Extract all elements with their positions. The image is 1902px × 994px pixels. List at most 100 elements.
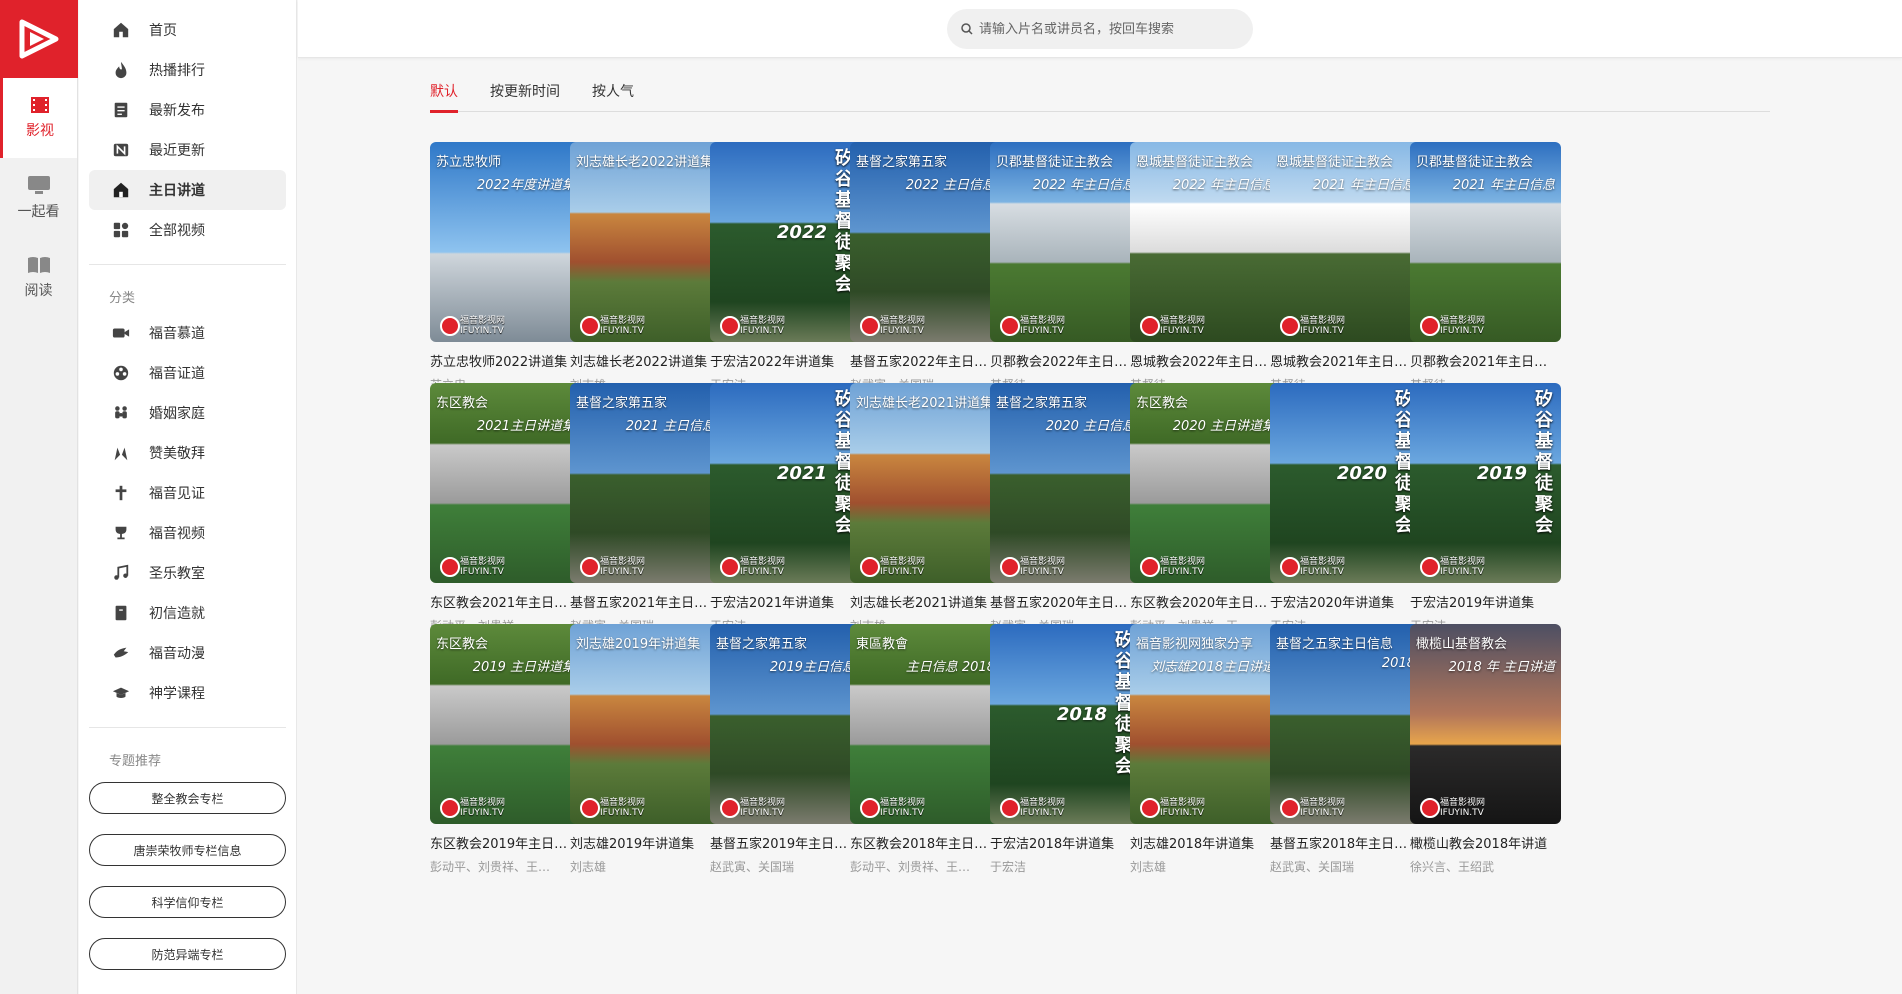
video-title[interactable]: 基督五家2020年主日… <box>990 592 1141 611</box>
video-card[interactable]: 橄榄山基督教会 2018 年 主日讲道 福音影视网 IFUYIN.TV 橄榄山教会201… <box>1410 624 1561 875</box>
video-title[interactable]: 贝郡教会2022年主日… <box>990 351 1141 370</box>
video-title[interactable]: 东区教会2020年主日… <box>1130 592 1281 611</box>
video-card[interactable]: 基督之五家主日信息 2018 福音影视网 IFUYIN.TV 基督五家2018年主日… 赵… <box>1270 624 1421 875</box>
video-card[interactable]: 基督之家第五家 2021 主日信息 福音影视网 IFUYIN.TV 基督五家2021年主… <box>570 383 721 634</box>
video-title[interactable]: 东区教会2021年主日… <box>430 592 581 611</box>
menu-item[interactable]: 圣乐教室 <box>89 553 286 593</box>
video-card[interactable]: 東區教會 主日信息 2018 福音影视网 IFUYIN.TV 东区教会2018年主日… 彭… <box>850 624 1001 875</box>
menu-item[interactable]: 婚姻家庭 <box>89 393 286 433</box>
video-card[interactable]: 基督之家第五家 2019主日信息 福音影视网 IFUYIN.TV 基督五家2019年主日… <box>710 624 861 875</box>
video-thumbnail[interactable]: 苏立忠牧师 2022年度讲道集 福音影视网 IFUYIN.TV <box>430 142 581 342</box>
video-thumbnail[interactable]: 矽谷基督徒聚会 2018 福音影视网 IFUYIN.TV <box>990 624 1141 824</box>
menu-item[interactable]: 福音慕道 <box>89 313 286 353</box>
tab-default[interactable]: 默认 <box>430 70 458 113</box>
video-thumbnail[interactable]: 刘志雄长老2022讲道集 福音影视网 IFUYIN.TV <box>570 142 721 342</box>
menu-item[interactable]: 福音视频 <box>89 513 286 553</box>
video-card[interactable]: 贝郡基督徒证主教会 2022 年主日信息 福音影视网 IFUYIN.TV 贝郡教会202… <box>990 142 1141 393</box>
video-thumbnail[interactable]: 矽谷基督徒聚会 2022 福音影视网 IFUYIN.TV <box>710 142 861 342</box>
video-card[interactable]: 苏立忠牧师 2022年度讲道集 福音影视网 IFUYIN.TV 苏立忠牧师2022讲道集… <box>430 142 581 393</box>
rail-item-film[interactable]: 影视 <box>0 78 77 158</box>
video-title[interactable]: 基督五家2019年主日… <box>710 833 861 852</box>
video-card[interactable]: 刘志雄长老2022讲道集福音影视网IFUYIN.TV刘志雄长老2022讲道集刘志… <box>570 142 721 393</box>
video-card[interactable]: 刘志雄长老2021讲道集福音影视网IFUYIN.TV刘志雄长老2021讲道集刘志… <box>850 383 1001 634</box>
video-card[interactable]: 矽谷基督徒聚会2021福音影视网IFUYIN.TV于宏洁2021年讲道集于宏洁 <box>710 383 861 634</box>
menu-item[interactable]: 全部视频 <box>89 210 286 250</box>
video-title[interactable]: 于宏洁2020年讲道集 <box>1270 592 1421 611</box>
video-card[interactable]: 福音影视网独家分享 刘志雄2018主日讲道 福音影视网 IFUYIN.TV 刘志雄201… <box>1130 624 1281 875</box>
video-card[interactable]: 基督之家第五家 2022 主日信息 福音影视网 IFUYIN.TV 基督五家2022年主… <box>850 142 1001 393</box>
video-title[interactable]: 于宏洁2018年讲道集 <box>990 833 1141 852</box>
menu-item[interactable]: 福音证道 <box>89 353 286 393</box>
topic-button[interactable]: 唐崇荣牧师专栏信息 <box>89 834 286 866</box>
video-thumbnail[interactable]: 东区教会 2020 主日讲道集 福音影视网 IFUYIN.TV <box>1130 383 1281 583</box>
video-card[interactable]: 矽谷基督徒聚会2022福音影视网IFUYIN.TV于宏洁2022年讲道集于宏洁 <box>710 142 861 393</box>
video-thumbnail[interactable]: 福音影视网独家分享 刘志雄2018主日讲道 福音影视网 IFUYIN.TV <box>1130 624 1281 824</box>
video-thumbnail[interactable]: 贝郡基督徒证主教会 2021 年主日信息 福音影视网 IFUYIN.TV <box>1410 142 1561 342</box>
video-card[interactable]: 矽谷基督徒聚会2020福音影视网IFUYIN.TV于宏洁2020年讲道集于宏洁 <box>1270 383 1421 634</box>
tab-update-time[interactable]: 按更新时间 <box>490 70 560 112</box>
tab-popularity[interactable]: 按人气 <box>592 70 634 112</box>
menu-item[interactable]: 最新发布 <box>89 90 286 130</box>
video-thumbnail[interactable]: 基督之家第五家 2019主日信息 福音影视网 IFUYIN.TV <box>710 624 861 824</box>
rail-item-read[interactable]: 阅读 <box>0 238 77 318</box>
video-title[interactable]: 橄榄山教会2018年讲道 <box>1410 833 1561 852</box>
search-input[interactable] <box>979 21 1239 37</box>
menu-item[interactable]: 主日讲道 <box>89 170 286 210</box>
menu-item[interactable]: 福音见证 <box>89 473 286 513</box>
video-thumbnail[interactable]: 东区教会 2019 主日讲道集 福音影视网 IFUYIN.TV <box>430 624 581 824</box>
video-title[interactable]: 刘志雄2019年讲道集 <box>570 833 721 852</box>
rail-item-watch-together[interactable]: 一起看 <box>0 158 77 238</box>
video-card[interactable]: 基督之家第五家 2020 主日信息 福音影视网 IFUYIN.TV 基督五家2020年主… <box>990 383 1141 634</box>
menu-item[interactable]: 福音动漫 <box>89 633 286 673</box>
video-thumbnail[interactable]: 刘志雄2019年讲道集 福音影视网 IFUYIN.TV <box>570 624 721 824</box>
video-thumbnail[interactable]: 恩城基督徒证主教会 2021 年主日信息 福音影视网 IFUYIN.TV <box>1270 142 1421 342</box>
video-thumbnail[interactable]: 矽谷基督徒聚会 2021 福音影视网 IFUYIN.TV <box>710 383 861 583</box>
video-title[interactable]: 东区教会2019年主日… <box>430 833 581 852</box>
video-title[interactable]: 基督五家2018年主日… <box>1270 833 1421 852</box>
menu-item[interactable]: 最近更新 <box>89 130 286 170</box>
video-title[interactable]: 于宏洁2019年讲道集 <box>1410 592 1561 611</box>
video-thumbnail[interactable]: 东区教会 2021主日讲道集 福音影视网 IFUYIN.TV <box>430 383 581 583</box>
video-thumbnail[interactable]: 基督之家第五家 2020 主日信息 福音影视网 IFUYIN.TV <box>990 383 1141 583</box>
video-thumbnail[interactable]: 基督之家第五家 2021 主日信息 福音影视网 IFUYIN.TV <box>570 383 721 583</box>
video-thumbnail[interactable]: 贝郡基督徒证主教会 2022 年主日信息 福音影视网 IFUYIN.TV <box>990 142 1141 342</box>
video-card[interactable]: 矽谷基督徒聚会 2018 福音影视网 IFUYIN.TV 于宏洁2018年讲道集 于宏洁 <box>990 624 1141 875</box>
video-title[interactable]: 苏立忠牧师2022讲道集 <box>430 351 581 370</box>
video-card[interactable]: 东区教会2021主日讲道集福音影视网IFUYIN.TV东区教会2021年主日…彭… <box>430 383 581 634</box>
menu-item[interactable]: 赞美敬拜 <box>89 433 286 473</box>
video-title[interactable]: 于宏洁2022年讲道集 <box>710 351 861 370</box>
topic-button[interactable]: 科学信仰专栏 <box>89 886 286 918</box>
video-card[interactable]: 贝郡基督徒证主教会 2021 年主日信息 福音影视网 IFUYIN.TV 贝郡教会202… <box>1410 142 1561 393</box>
video-card[interactable]: 恩城基督徒证主教会 2021 年主日信息 福音影视网 IFUYIN.TV 恩城教会202… <box>1270 142 1421 393</box>
video-card[interactable]: 恩城基督徒证主教会 2022 年主日信息 福音影视网 IFUYIN.TV 恩城教会202… <box>1130 142 1281 393</box>
video-thumbnail[interactable]: 矽谷基督徒聚会 2019 福音影视网 IFUYIN.TV <box>1410 383 1561 583</box>
menu-item[interactable]: 首页 <box>89 10 286 50</box>
video-thumbnail[interactable]: 矽谷基督徒聚会 2020 福音影视网 IFUYIN.TV <box>1270 383 1421 583</box>
video-card[interactable]: 刘志雄2019年讲道集 福音影视网 IFUYIN.TV 刘志雄2019年讲道集 刘志雄 <box>570 624 721 875</box>
video-thumbnail[interactable]: 橄榄山基督教会 2018 年 主日讲道 福音影视网 IFUYIN.TV <box>1410 624 1561 824</box>
app-logo[interactable] <box>0 0 78 78</box>
video-thumbnail[interactable]: 基督之家第五家 2022 主日信息 福音影视网 IFUYIN.TV <box>850 142 1001 342</box>
video-card[interactable]: 东区教会 2020 主日讲道集 福音影视网 IFUYIN.TV 东区教会2020年主日…… <box>1130 383 1281 634</box>
video-title[interactable]: 于宏洁2021年讲道集 <box>710 592 861 611</box>
topic-button[interactable]: 整全教会专栏 <box>89 782 286 814</box>
topic-button[interactable]: 防范异端专栏 <box>89 938 286 970</box>
video-title[interactable]: 恩城教会2022年主日… <box>1130 351 1281 370</box>
video-title[interactable]: 东区教会2018年主日… <box>850 833 1001 852</box>
video-thumbnail[interactable]: 恩城基督徒证主教会 2022 年主日信息 福音影视网 IFUYIN.TV <box>1130 142 1281 342</box>
video-title[interactable]: 刘志雄2018年讲道集 <box>1130 833 1281 852</box>
video-card[interactable]: 东区教会 2019 主日讲道集 福音影视网 IFUYIN.TV 东区教会2019年主日…… <box>430 624 581 875</box>
menu-item[interactable]: 初信造就 <box>89 593 286 633</box>
video-title[interactable]: 恩城教会2021年主日… <box>1270 351 1421 370</box>
video-title[interactable]: 刘志雄长老2022讲道集 <box>570 351 721 370</box>
video-title[interactable]: 基督五家2022年主日… <box>850 351 1001 370</box>
video-thumbnail[interactable]: 基督之五家主日信息 2018 福音影视网 IFUYIN.TV <box>1270 624 1421 824</box>
menu-item[interactable]: 神学课程 <box>89 673 286 713</box>
video-thumbnail[interactable]: 刘志雄长老2021讲道集 福音影视网 IFUYIN.TV <box>850 383 1001 583</box>
video-title[interactable]: 刘志雄长老2021讲道集 <box>850 592 1001 611</box>
video-title[interactable]: 基督五家2021年主日… <box>570 592 721 611</box>
search-box[interactable] <box>947 9 1253 49</box>
menu-item[interactable]: 热播排行 <box>89 50 286 90</box>
video-thumbnail[interactable]: 東區教會 主日信息 2018 福音影视网 IFUYIN.TV <box>850 624 1001 824</box>
video-card[interactable]: 矽谷基督徒聚会2019福音影视网IFUYIN.TV于宏洁2019年讲道集于宏洁 <box>1410 383 1561 634</box>
